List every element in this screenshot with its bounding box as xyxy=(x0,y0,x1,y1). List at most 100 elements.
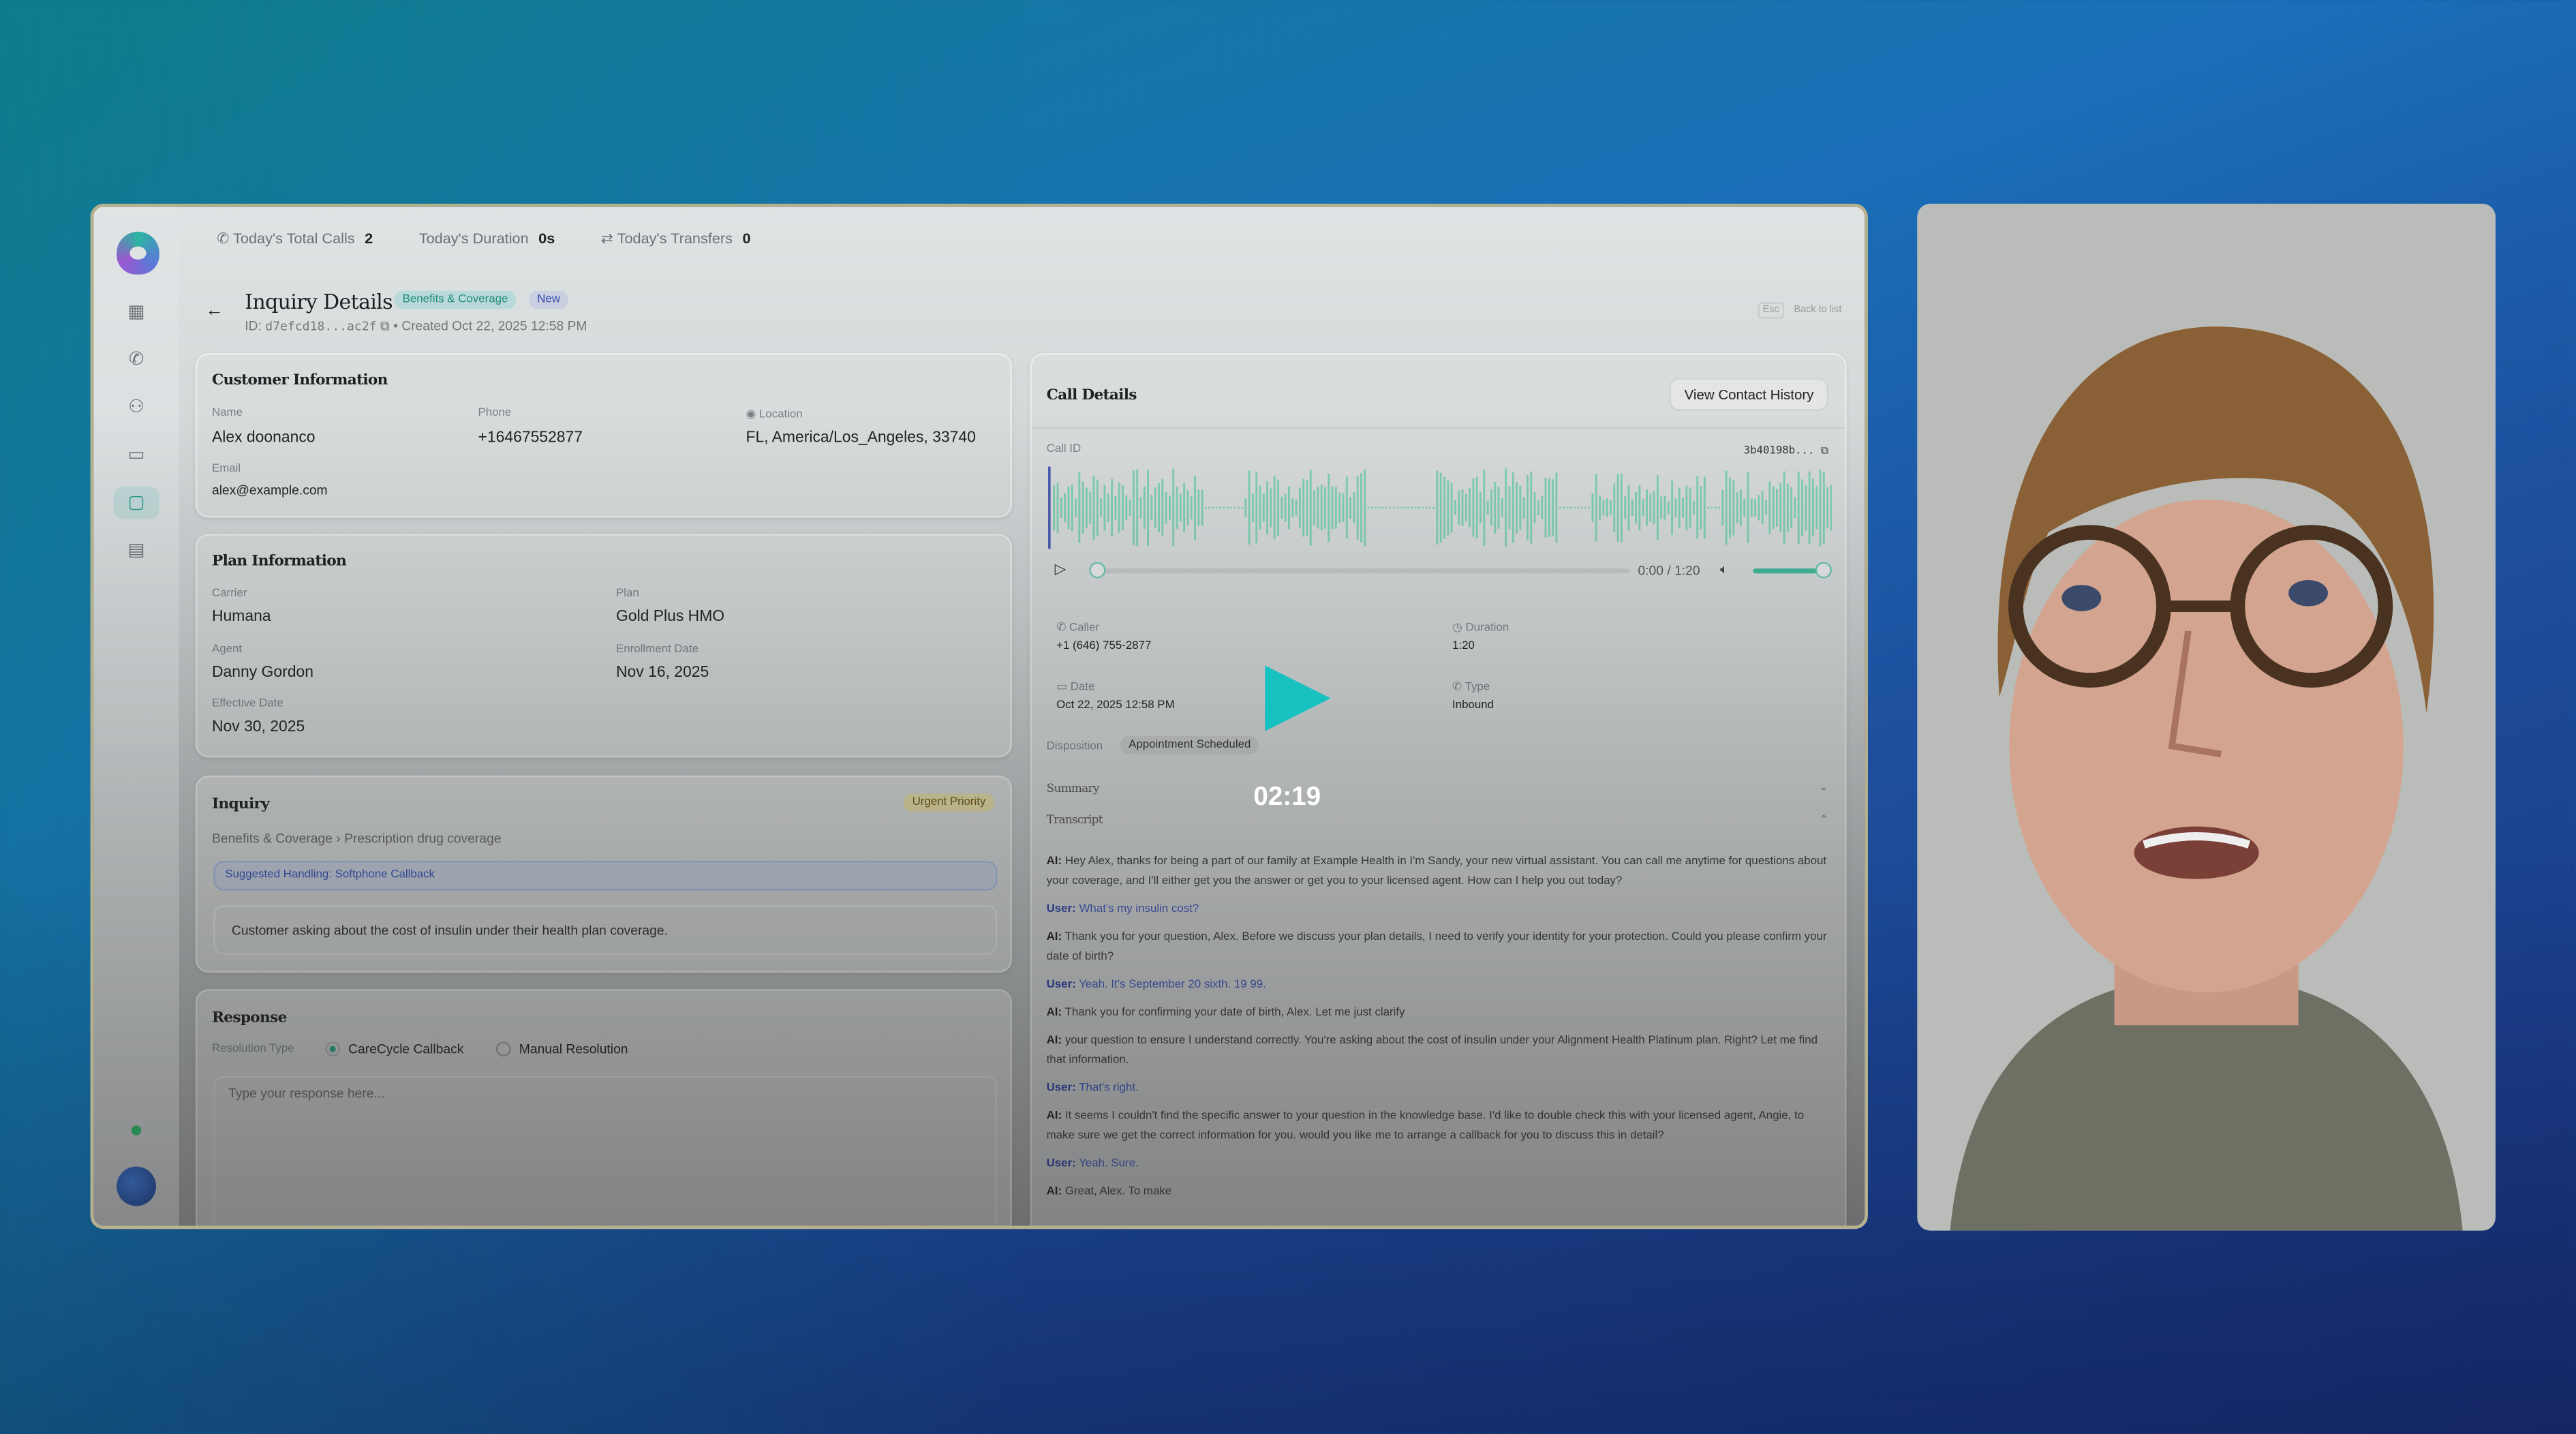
waveform-bar xyxy=(1381,506,1384,509)
sidebar: ▦ ✆ ⚇ ▭ ▢ ▤ xyxy=(93,207,179,1226)
waveform-bar xyxy=(1439,472,1442,543)
waveform-bar xyxy=(1627,485,1630,531)
waveform-bar xyxy=(1273,476,1276,540)
waveform-bar xyxy=(1522,497,1525,519)
phone-icon[interactable]: ✆ xyxy=(125,348,148,371)
waveform-bar xyxy=(1758,495,1760,521)
calendar-icon[interactable]: ▭ xyxy=(125,444,148,467)
customer-phone: +16467552877 xyxy=(478,429,583,447)
waveform-bar xyxy=(1143,486,1146,529)
waveform-bar xyxy=(1367,506,1370,509)
waveform-bar xyxy=(1298,487,1301,528)
stat-total-calls: ✆ Today's Total Calls 2 xyxy=(217,230,373,247)
reports-icon[interactable]: ▤ xyxy=(125,539,148,562)
chevron-down-icon[interactable]: ⌄ xyxy=(1819,780,1828,793)
waveform-bar xyxy=(1790,487,1793,528)
view-contact-history-button[interactable]: View Contact History xyxy=(1669,378,1829,411)
card-title: Inquiry xyxy=(211,797,270,814)
volume-icon[interactable]: 🔈︎ xyxy=(1720,562,1728,578)
waveform-bar xyxy=(1682,498,1684,518)
stat-transfers: ⇄ Today's Transfers 0 xyxy=(600,230,751,247)
volume-handle[interactable] xyxy=(1815,562,1832,579)
waveform-bar xyxy=(1125,495,1128,521)
card-title: Call Details xyxy=(1046,387,1137,405)
waveform-bar xyxy=(1527,475,1529,540)
waveform-bar xyxy=(1505,468,1507,547)
messages-icon[interactable]: ▢ xyxy=(113,486,159,519)
waveform-bar xyxy=(1176,486,1178,530)
waveform-bar xyxy=(1208,506,1211,509)
radio-carecycle-callback[interactable] xyxy=(325,1041,341,1057)
presenter-video xyxy=(1917,203,2496,1231)
waveform-bar xyxy=(1768,481,1771,534)
plan-info-card: Plan Information Carrier Humana Plan Gol… xyxy=(195,534,1012,758)
waveform-bar xyxy=(1197,489,1200,526)
waveform-bar xyxy=(1417,506,1420,509)
summary-toggle[interactable]: Summary xyxy=(1047,782,1100,795)
radio-manual-resolution[interactable] xyxy=(496,1041,511,1057)
waveform-bar xyxy=(1287,486,1290,530)
playhead[interactable] xyxy=(1048,466,1051,549)
audio-seek-bar[interactable] xyxy=(1088,562,1630,579)
copy-icon[interactable]: ⧉ xyxy=(380,319,390,334)
waveform-bar xyxy=(1092,475,1095,540)
waveform-bar xyxy=(1223,506,1225,509)
waveform-bar xyxy=(1103,485,1106,531)
chevron-up-icon[interactable]: ⌃ xyxy=(1819,813,1828,827)
waveform-bar xyxy=(1378,506,1381,509)
copy-icon[interactable]: ⧉ xyxy=(1821,444,1828,457)
suggested-handling: Suggested Handling: Softphone Callback xyxy=(213,861,998,891)
play-icon[interactable]: ▷ xyxy=(1055,560,1067,579)
waveform-bar xyxy=(1230,506,1233,509)
waveform-bar xyxy=(1407,506,1409,509)
waveform-bar xyxy=(1830,485,1832,531)
waveform-bar xyxy=(1118,483,1120,533)
waveform-bar xyxy=(1660,496,1663,519)
volume-slider[interactable] xyxy=(1753,562,1832,579)
waveform-bar xyxy=(1555,472,1558,543)
response-textarea[interactable]: Type your response here... xyxy=(213,1076,998,1226)
waveform-bar xyxy=(1663,495,1666,520)
waveform-bar xyxy=(1707,506,1710,509)
waveform-bar xyxy=(1678,487,1681,528)
waveform-bar xyxy=(1364,469,1366,547)
waveform-bar xyxy=(1714,506,1717,509)
waveform-bar xyxy=(1262,493,1265,522)
waveform-bar xyxy=(1559,506,1561,509)
transcript-line: AI: Great, Alex. To make xyxy=(1046,1186,1172,1198)
customer-email: alex@example.com xyxy=(211,483,328,498)
seek-handle[interactable] xyxy=(1088,562,1105,579)
waveform-bar xyxy=(1244,498,1247,517)
waveform-bar xyxy=(1064,493,1067,523)
waveform-bar xyxy=(1472,478,1475,537)
waveform-bar xyxy=(1544,478,1547,538)
customer-location: FL, America/Los_Angeles, 33740 xyxy=(746,429,976,447)
waveform-bar xyxy=(1486,500,1489,515)
waveform-bar xyxy=(1056,483,1059,533)
waveform-bar xyxy=(1494,482,1497,534)
waveform-bar xyxy=(1772,487,1775,529)
back-arrow-icon[interactable]: ← xyxy=(205,301,224,320)
plan-agent: Danny Gordon xyxy=(211,663,313,682)
waveform-bar xyxy=(1270,487,1272,528)
waveform-bar xyxy=(1089,491,1092,524)
waveform-bar xyxy=(1425,506,1428,509)
waveform-bar xyxy=(1447,480,1450,536)
waveform-bar xyxy=(1186,490,1189,525)
back-to-list[interactable]: Esc Back to list xyxy=(1758,302,1841,319)
dashboard-icon[interactable]: ▦ xyxy=(125,301,148,324)
waveform-bar xyxy=(1775,489,1778,527)
waveform-bar xyxy=(1479,492,1482,523)
waveform-bar xyxy=(1569,506,1572,509)
waveform-bar xyxy=(1674,498,1677,517)
waveform-bar xyxy=(1801,479,1803,536)
waveform-bar xyxy=(1743,498,1746,517)
plan-name: Gold Plus HMO xyxy=(616,607,725,626)
audio-waveform[interactable] xyxy=(1047,463,1832,552)
inquiry-card: Inquiry Urgent Priority Benefits & Cover… xyxy=(195,775,1012,973)
transcript-toggle[interactable]: Transcript xyxy=(1047,813,1103,826)
video-play-icon[interactable] xyxy=(1265,665,1331,731)
waveform-bar xyxy=(1183,483,1186,532)
user-avatar[interactable] xyxy=(117,1166,157,1206)
users-icon[interactable]: ⚇ xyxy=(125,396,148,419)
